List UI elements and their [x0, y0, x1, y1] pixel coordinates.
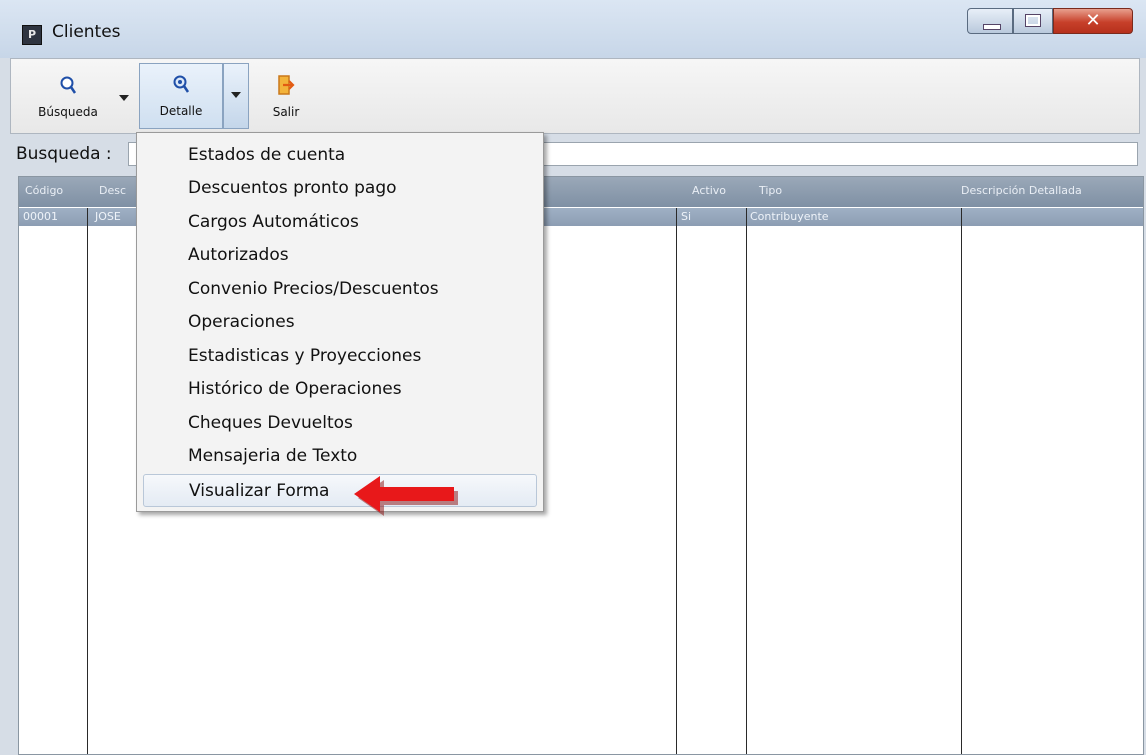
clientes-window: P Clientes ✕ Búsqueda Detalle Salir Busq…: [0, 0, 1146, 755]
busqueda-button[interactable]: Búsqueda: [25, 65, 111, 129]
menu-item-estadisticas[interactable]: Estadisticas y Proyecciones: [143, 340, 537, 373]
cell-activo: Si: [681, 210, 692, 223]
detalle-dropdown-button[interactable]: [223, 63, 249, 129]
column-header-codigo[interactable]: Código: [25, 184, 63, 197]
menu-item-autorizados[interactable]: Autorizados: [143, 239, 537, 272]
detalle-dropdown-menu: Estados de cuenta Descuentos pronto pago…: [136, 132, 544, 512]
column-divider: [746, 208, 747, 754]
chevron-down-icon: [231, 92, 241, 98]
maximize-button[interactable]: [1013, 8, 1053, 34]
column-divider: [676, 208, 677, 754]
minimize-icon: [983, 24, 1001, 30]
maximize-icon: [1025, 14, 1041, 27]
close-button[interactable]: ✕: [1053, 8, 1133, 34]
close-icon: ✕: [1085, 10, 1101, 31]
chevron-down-icon: [119, 95, 129, 101]
minimize-button[interactable]: [967, 8, 1013, 34]
column-header-descripcion[interactable]: Desc: [99, 184, 126, 197]
cell-codigo: 00001: [23, 210, 58, 223]
exit-icon: [278, 75, 295, 95]
search-label: Busqueda :: [16, 144, 112, 164]
menu-item-convenio-precios[interactable]: Convenio Precios/Descuentos: [143, 273, 537, 306]
detalle-label: Detalle: [159, 104, 203, 118]
menu-item-historico-operaciones[interactable]: Histórico de Operaciones: [143, 373, 537, 406]
window-title: Clientes: [52, 22, 121, 42]
title-bar: P Clientes ✕: [0, 0, 1146, 58]
menu-item-cargos-automaticos[interactable]: Cargos Automáticos: [143, 206, 537, 239]
menu-item-visualizar-forma[interactable]: Visualizar Forma: [143, 474, 537, 507]
menu-item-mensajeria-texto[interactable]: Mensajeria de Texto: [143, 440, 537, 473]
cell-tipo: Contribuyente: [750, 210, 829, 223]
column-header-tipo[interactable]: Tipo: [759, 184, 782, 197]
menu-item-cheques-devueltos[interactable]: Cheques Devueltos: [143, 407, 537, 440]
detalle-button[interactable]: Detalle: [139, 63, 223, 129]
menu-item-estados-de-cuenta[interactable]: Estados de cuenta: [143, 139, 537, 172]
salir-button[interactable]: Salir: [261, 65, 311, 129]
column-divider: [87, 208, 88, 754]
salir-label: Salir: [272, 105, 300, 119]
column-divider: [961, 208, 962, 754]
magnifier-detail-icon: [173, 75, 190, 93]
column-header-activo[interactable]: Activo: [692, 184, 726, 197]
busqueda-dropdown-button[interactable]: [115, 65, 133, 129]
magnifier-icon: [60, 76, 77, 94]
column-header-descripcion-detallada[interactable]: Descripción Detallada: [961, 184, 1082, 197]
cell-descripcion: JOSE: [95, 210, 121, 223]
toolbar: Búsqueda Detalle Salir: [10, 58, 1140, 134]
app-icon: P: [22, 25, 42, 45]
busqueda-label: Búsqueda: [38, 105, 98, 119]
annotation-arrow-icon: [354, 476, 458, 516]
menu-item-operaciones[interactable]: Operaciones: [143, 306, 537, 339]
menu-item-descuentos-pronto-pago[interactable]: Descuentos pronto pago: [143, 172, 537, 205]
